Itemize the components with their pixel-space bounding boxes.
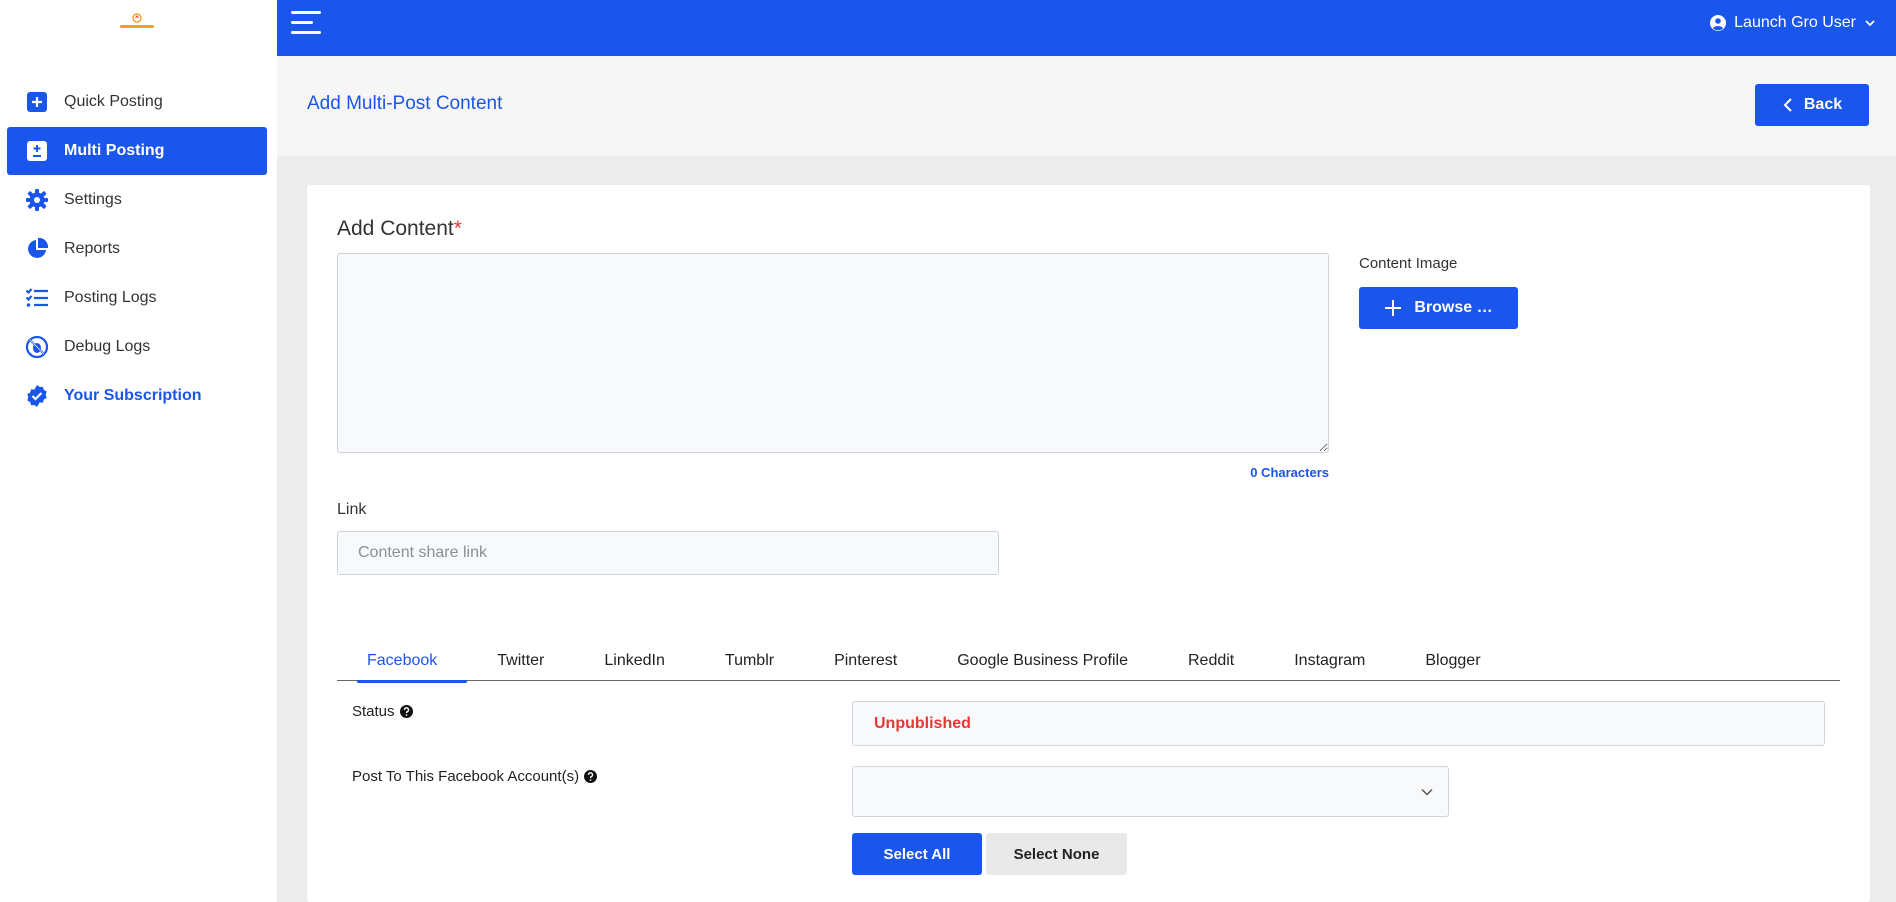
page-title: Add Multi-Post Content xyxy=(307,93,503,114)
bug-slash-icon xyxy=(25,335,49,359)
app-root: Quick Posting Multi Posting Settings Rep… xyxy=(0,0,1896,902)
add-content-label: Add Content* xyxy=(337,217,462,241)
sidebar-item-quick-posting[interactable]: Quick Posting xyxy=(7,78,267,126)
sidebar-item-debug-logs[interactable]: Debug Logs xyxy=(7,323,267,371)
sidebar-item-settings[interactable]: Settings xyxy=(7,176,267,224)
chevron-down-icon xyxy=(1420,785,1434,799)
sidebar-item-label: Posting Logs xyxy=(64,289,157,306)
add-content-label-text: Add Content xyxy=(337,217,454,240)
sidebar-item-label: Multi Posting xyxy=(64,142,165,159)
user-name: Launch Gro User xyxy=(1734,14,1856,31)
verified-badge-icon xyxy=(25,384,49,408)
page-header: Add Multi-Post Content Back xyxy=(277,56,1896,156)
link-input[interactable] xyxy=(337,531,999,575)
question-circle-icon[interactable] xyxy=(399,705,413,718)
sidebar: Quick Posting Multi Posting Settings Rep… xyxy=(0,0,277,902)
required-mark: * xyxy=(453,217,462,240)
chevron-left-icon xyxy=(1782,97,1794,113)
question-circle-icon[interactable] xyxy=(584,770,598,783)
facebook-account-label-text: Post To This Facebook Account(s) xyxy=(352,768,580,785)
tab-twitter[interactable]: Twitter xyxy=(467,645,574,681)
plus-icon xyxy=(1384,299,1402,317)
content-card: Add Content* 0 Characters Content Image … xyxy=(307,185,1870,902)
user-menu[interactable]: Launch Gro User xyxy=(1710,14,1876,32)
tab-google-business-profile[interactable]: Google Business Profile xyxy=(927,645,1158,681)
tab-tumblr[interactable]: Tumblr xyxy=(695,645,804,681)
sidebar-item-multi-posting[interactable]: Multi Posting xyxy=(7,127,267,175)
facebook-account-label: Post To This Facebook Account(s) xyxy=(352,768,598,785)
tab-blogger[interactable]: Blogger xyxy=(1395,645,1510,681)
status-label-text: Status xyxy=(352,703,395,720)
browse-button-label: Browse … xyxy=(1414,299,1493,316)
back-button-label: Back xyxy=(1803,96,1843,113)
sidebar-item-label: Reports xyxy=(64,240,121,257)
sidebar-item-label: Debug Logs xyxy=(64,338,151,355)
select-all-button[interactable]: Select All xyxy=(852,833,982,875)
sidebar-item-reports[interactable]: Reports xyxy=(7,225,267,273)
plus-square-icon xyxy=(25,90,49,114)
tab-pinterest[interactable]: Pinterest xyxy=(804,645,927,681)
content-textarea[interactable] xyxy=(337,253,1329,453)
sidebar-item-label: Your Subscription xyxy=(64,387,202,404)
back-button[interactable]: Back xyxy=(1755,84,1869,126)
plus-minus-square-icon xyxy=(25,139,49,163)
checklist-icon xyxy=(25,286,49,310)
facebook-account-select[interactable] xyxy=(852,766,1449,817)
gear-icon xyxy=(25,188,49,212)
app-logo[interactable] xyxy=(118,12,156,32)
tab-reddit[interactable]: Reddit xyxy=(1158,645,1264,681)
user-circle-icon xyxy=(1710,15,1727,31)
tab-facebook[interactable]: Facebook xyxy=(337,645,468,683)
status-label: Status xyxy=(352,703,413,720)
network-tabs: Facebook Twitter LinkedIn Tumblr Pintere… xyxy=(337,645,1840,683)
browse-button[interactable]: Browse … xyxy=(1359,287,1518,329)
top-bar: Launch Gro User xyxy=(277,0,1896,56)
character-count: 0 Characters xyxy=(1250,465,1329,480)
status-value: Unpublished xyxy=(852,701,1825,746)
sidebar-item-your-subscription[interactable]: Your Subscription xyxy=(7,372,267,420)
tab-linkedin[interactable]: LinkedIn xyxy=(574,645,695,681)
menu-toggle-icon[interactable] xyxy=(291,11,321,35)
tab-instagram[interactable]: Instagram xyxy=(1264,645,1395,681)
chevron-down-icon xyxy=(1864,17,1876,29)
content-image-label: Content Image xyxy=(1359,255,1458,272)
pie-chart-icon xyxy=(25,237,49,261)
sidebar-item-label: Settings xyxy=(64,191,122,208)
sidebar-nav: Quick Posting Multi Posting Settings Rep… xyxy=(7,78,267,421)
sidebar-item-label: Quick Posting xyxy=(64,93,163,110)
link-label: Link xyxy=(337,501,367,518)
select-none-button[interactable]: Select None xyxy=(986,833,1127,875)
sidebar-item-posting-logs[interactable]: Posting Logs xyxy=(7,274,267,322)
